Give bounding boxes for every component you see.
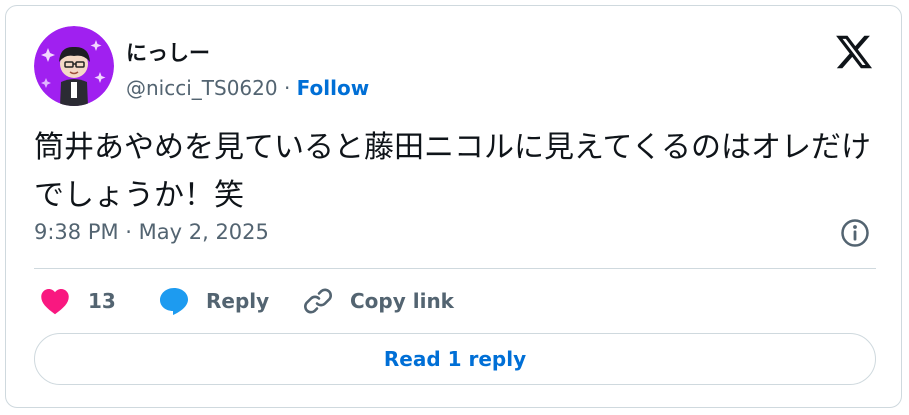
- tweet-card: にっしー @nicci_TS0620 · Follow 筒井あやめを見ていると藤…: [5, 5, 902, 408]
- follow-link[interactable]: Follow: [297, 76, 370, 100]
- handle-row: @nicci_TS0620 · Follow: [126, 76, 369, 100]
- heart-icon: [40, 287, 70, 315]
- divider: [34, 268, 876, 269]
- separator-dot: ·: [283, 76, 297, 100]
- reply-bubble-icon: [158, 286, 190, 316]
- avatar[interactable]: [34, 26, 114, 106]
- link-icon: [302, 285, 334, 317]
- tweet-text: 筒井あやめを見ていると藤田ニコルに見えてくるのはオレだけでしょうか！笑: [34, 130, 871, 213]
- tweet-timestamp[interactable]: 9:38 PM · May 2, 2025: [34, 220, 269, 244]
- reply-label: Reply: [206, 289, 270, 313]
- copy-link-label: Copy link: [350, 289, 454, 313]
- display-name[interactable]: にっしー: [126, 37, 210, 67]
- info-icon[interactable]: [839, 217, 871, 249]
- reply-button[interactable]: Reply: [158, 284, 269, 318]
- user-handle[interactable]: @nicci_TS0620: [126, 76, 278, 100]
- read-replies-button[interactable]: Read 1 reply: [34, 333, 876, 385]
- like-count: 13: [88, 289, 116, 313]
- like-button[interactable]: 13: [40, 284, 116, 318]
- x-logo-icon[interactable]: [834, 32, 874, 72]
- copy-link-button[interactable]: Copy link: [302, 284, 454, 318]
